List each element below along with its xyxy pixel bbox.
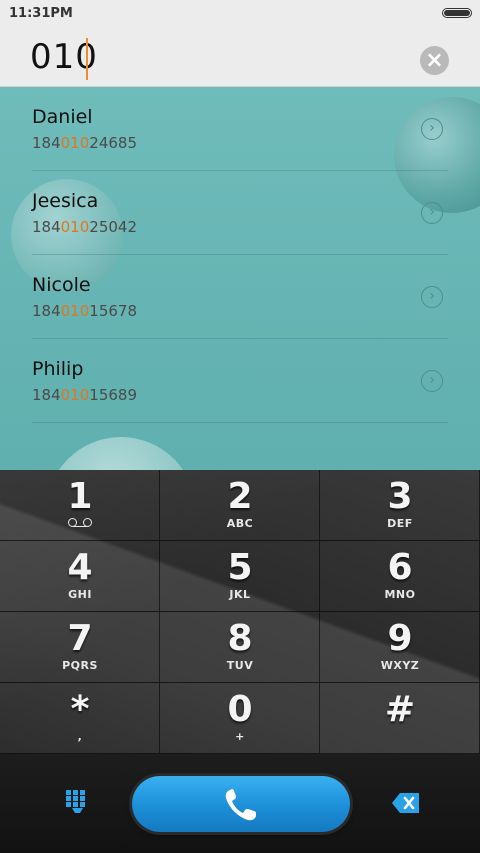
backspace-button[interactable]: [391, 792, 421, 818]
dial-input-bar: 010 ×: [0, 28, 480, 87]
status-bar: 11:31PM: [0, 0, 480, 28]
chevron-right-icon: ›: [429, 288, 435, 304]
key-letters: TUV: [226, 659, 254, 672]
contact-number: 18401015689: [32, 386, 137, 404]
decorative-bubble: [46, 437, 196, 470]
contact-name: Philip: [32, 358, 84, 380]
divider: [32, 422, 448, 423]
key-letters: ,: [77, 730, 83, 743]
key-letters: WXYZ: [380, 659, 420, 672]
key-6[interactable]: 6 MNO: [320, 541, 480, 612]
text-cursor: [86, 38, 88, 80]
number-match-highlight: 010: [60, 386, 90, 404]
key-4[interactable]: 4 GHI: [0, 541, 160, 612]
contact-detail-button[interactable]: ›: [421, 118, 443, 140]
number-match-highlight: 010: [60, 218, 90, 236]
key-letters: ABC: [226, 517, 254, 530]
key-digit: 5: [227, 547, 253, 588]
key-letters: GHI: [68, 588, 92, 601]
number-match-highlight: 010: [60, 302, 90, 320]
backspace-icon: [392, 793, 419, 813]
key-1[interactable]: 1: [0, 470, 160, 541]
key-letters: PQRS: [62, 659, 98, 672]
key-7[interactable]: 7 PQRS: [0, 612, 160, 683]
call-button[interactable]: [132, 776, 350, 832]
contact-detail-button[interactable]: ›: [421, 370, 443, 392]
key-digit: #: [384, 689, 416, 730]
chevron-right-icon: ›: [429, 372, 435, 388]
key-digit: 8: [227, 618, 253, 659]
contact-name: Daniel: [32, 106, 93, 128]
phone-icon: [225, 789, 256, 821]
key-3[interactable]: 3 DEF: [320, 470, 480, 541]
chevron-right-icon: ›: [429, 120, 435, 136]
contact-row[interactable]: Jeesica 18401025042 ›: [0, 171, 480, 255]
contact-name: Jeesica: [32, 190, 99, 212]
key-digit: 4: [67, 547, 93, 588]
key-letters: DEF: [387, 517, 413, 530]
contact-number: 18401024685: [32, 134, 137, 152]
key-5[interactable]: 5 JKL: [160, 541, 320, 612]
dialpad-toggle-button[interactable]: [64, 790, 88, 816]
key-digit: 6: [387, 547, 413, 588]
key-digit: 2: [227, 476, 253, 517]
contact-detail-button[interactable]: ›: [421, 202, 443, 224]
contact-number: 18401025042: [32, 218, 137, 236]
key-digit: 7: [67, 618, 93, 659]
key-9[interactable]: 9 WXYZ: [320, 612, 480, 683]
key-letters: MNO: [384, 588, 416, 601]
key-letters: JKL: [229, 588, 251, 601]
contact-results-list[interactable]: Daniel 18401024685 › Jeesica 18401025042…: [0, 87, 480, 470]
key-8[interactable]: 8 TUV: [160, 612, 320, 683]
key-letters: +: [235, 730, 245, 743]
contact-detail-button[interactable]: ›: [421, 286, 443, 308]
close-icon: ×: [425, 48, 444, 73]
key-digit: *: [70, 689, 90, 730]
key-hash[interactable]: #: [320, 683, 480, 754]
key-digit: 1: [67, 476, 93, 517]
contact-number: 18401015678: [32, 302, 137, 320]
clear-input-button[interactable]: ×: [420, 46, 449, 75]
contact-name: Nicole: [32, 274, 91, 296]
chevron-right-icon: ›: [429, 204, 435, 220]
key-digit: 0: [227, 689, 253, 730]
number-match-highlight: 010: [60, 134, 90, 152]
key-star[interactable]: * ,: [0, 683, 160, 754]
status-time: 11:31PM: [9, 6, 73, 21]
voicemail-icon: [68, 518, 92, 527]
key-0[interactable]: 0 +: [160, 683, 320, 754]
battery-icon: [442, 8, 472, 18]
contact-row[interactable]: Nicole 18401015678 ›: [0, 255, 480, 339]
contact-row[interactable]: Daniel 18401024685 ›: [0, 87, 480, 171]
key-digit: 3: [387, 476, 413, 517]
contact-row[interactable]: Philip 18401015689 ›: [0, 339, 480, 423]
key-digit: 9: [387, 618, 413, 659]
dial-keypad: 1 2 ABC 3 DEF 4 GHI 5 JKL 6 MNO 7 PQRS 8…: [0, 470, 480, 754]
dialer-action-bar: [0, 754, 480, 853]
key-2[interactable]: 2 ABC: [160, 470, 320, 541]
